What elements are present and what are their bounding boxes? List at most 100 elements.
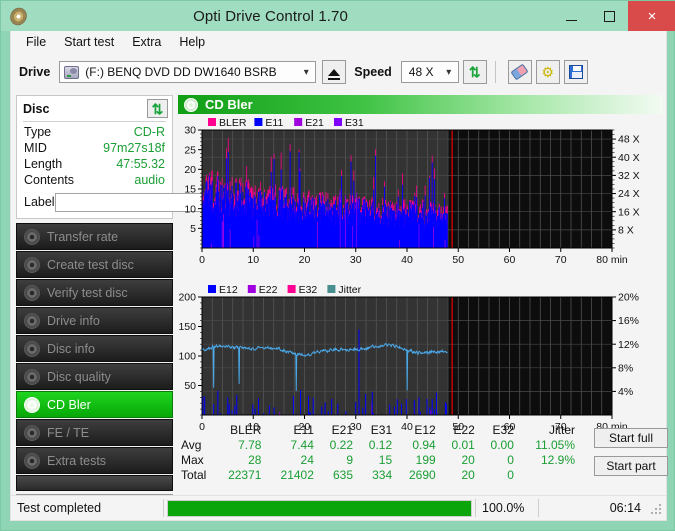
window-title: Opti Drive Control 1.70	[193, 7, 348, 25]
start-full-button[interactable]: Start full	[594, 428, 668, 448]
disc-label-key: Label	[24, 195, 55, 209]
svg-text:10: 10	[184, 203, 196, 215]
erase-button[interactable]	[507, 60, 532, 84]
stats-cell: 0.01	[451, 438, 475, 452]
sidebar-item-cd-bler[interactable]: CD Bler	[16, 391, 173, 418]
disc-info-box: Disc ⇅ Type CD-R MID 97m27s18f Length 47…	[16, 95, 260, 219]
svg-text:BLER: BLER	[219, 117, 247, 129]
speed-select[interactable]: 48 X ▾	[400, 61, 459, 83]
refresh-button[interactable]: ⇅	[462, 60, 487, 84]
table-row: Max 28 24 9 15 199 20 0 12.9%	[178, 453, 578, 468]
stats-cell: 0.94	[412, 438, 436, 452]
sidebar-item-fe-te[interactable]: FE / TE	[16, 419, 173, 446]
stats-cell: 9	[346, 453, 354, 467]
stats-cell	[517, 468, 578, 483]
svg-text:100: 100	[178, 351, 196, 363]
svg-text:40 X: 40 X	[618, 152, 640, 164]
sidebar-item-label: Create test disc	[47, 257, 134, 272]
drive-select[interactable]: (F:) BENQ DVD DD DW1640 BSRB ▾	[59, 61, 317, 83]
svg-text:50: 50	[184, 380, 196, 392]
divider	[23, 121, 166, 122]
svg-text:Jitter: Jitter	[338, 284, 361, 296]
disc-row-key: MID	[24, 141, 47, 155]
maximize-button[interactable]	[590, 1, 628, 31]
disc-icon	[24, 312, 40, 329]
menu-item-help[interactable]: Help	[170, 33, 214, 51]
table-row: Avg 7.78 7.44 0.22 0.12 0.94 0.01 0.00 1…	[178, 438, 578, 453]
refresh-icon: ⇅	[151, 100, 164, 117]
minimize-button[interactable]	[552, 1, 590, 31]
svg-text:E22: E22	[259, 284, 278, 296]
drive-label: Drive	[19, 65, 51, 79]
sidebar-item-verify-test-disc[interactable]: Verify test disc	[16, 279, 173, 306]
stats-row-label: Total	[181, 468, 207, 482]
sidebar-item-label: CD Bler	[47, 397, 91, 412]
svg-text:50: 50	[452, 254, 464, 266]
progress-bar	[167, 499, 472, 517]
speed-select-value: 48 X	[408, 65, 434, 79]
sidebar-item-extra-tests[interactable]: Extra tests	[16, 447, 173, 474]
disc-icon	[24, 256, 40, 273]
svg-text:40: 40	[401, 254, 413, 266]
resize-grip[interactable]	[648, 501, 662, 515]
disc-row-key: Length	[24, 157, 63, 171]
menu-item-start-test[interactable]: Start test	[55, 33, 123, 51]
stats-cell: 0	[507, 453, 514, 467]
sidebar-item-label: Extra tests	[47, 453, 107, 468]
sidebar-item-disc-info[interactable]: Disc info	[16, 335, 173, 362]
disc-icon	[24, 228, 40, 245]
eject-icon	[328, 68, 341, 80]
chart-title: CD Bler	[205, 97, 253, 112]
stats-cell: 334	[372, 468, 393, 482]
drive-icon	[64, 65, 80, 79]
eject-button[interactable]	[322, 60, 347, 84]
disc-icon	[24, 452, 40, 469]
sidebar-item-transfer-rate[interactable]: Transfer rate	[16, 223, 173, 250]
svg-text:15: 15	[184, 184, 196, 196]
disc-row-key: Type	[24, 125, 52, 139]
status-message: Test completed	[17, 501, 102, 515]
toolbar-divider	[494, 61, 496, 83]
close-button[interactable]: ×	[628, 1, 675, 31]
svg-text:150: 150	[178, 321, 196, 333]
stats-col-jitter: Jitter	[548, 423, 575, 437]
svg-text:E32: E32	[299, 284, 318, 296]
save-button[interactable]	[563, 60, 588, 84]
menu-item-file[interactable]: File	[17, 33, 55, 51]
stats-cell: 2690	[408, 468, 436, 482]
stats-cell: 0	[507, 468, 514, 482]
menu-item-extra[interactable]: Extra	[123, 33, 170, 51]
stats-cell: 22371	[228, 468, 262, 482]
stats-cell: 11.05%	[535, 438, 575, 452]
svg-text:70: 70	[555, 254, 567, 266]
disc-row-value: 47:55.32	[116, 157, 165, 171]
jitter-chart-svg: E12 E22 E32 Jitter501001502004%8%12%16%20%0…	[178, 284, 639, 433]
disc-icon	[24, 368, 40, 385]
disc-refresh-button[interactable]: ⇅	[147, 99, 168, 118]
disc-icon	[24, 340, 40, 357]
table-row: Total 22371 21402 635 334 2690 20 0	[178, 468, 578, 483]
sidebar-item-create-test-disc[interactable]: Create test disc	[16, 251, 173, 278]
jitter-chart: E12 E22 E32 Jitter 50 100 150 200 4% 8% 12% 16% 20% 0…	[178, 283, 663, 443]
settings-button[interactable]: ⚙	[535, 60, 560, 84]
action-buttons: Start full Start part	[594, 428, 668, 484]
disc-icon	[24, 284, 40, 301]
svg-text:E31: E31	[345, 117, 364, 129]
sidebar-item-disc-quality[interactable]: Disc quality	[16, 363, 173, 390]
stats-col-e31: E31	[370, 423, 393, 437]
svg-text:20%: 20%	[618, 292, 639, 304]
maximize-icon	[603, 10, 615, 22]
stats-cell: 12.9%	[540, 453, 575, 467]
nav-list: Transfer rate Create test disc Verify te…	[16, 223, 173, 516]
chart-header: CD Bler	[178, 95, 663, 114]
stats-col-e11: E11	[293, 423, 314, 437]
svg-text:0: 0	[199, 254, 205, 266]
svg-text:16%: 16%	[618, 315, 639, 327]
start-part-button[interactable]: Start part	[594, 456, 668, 476]
sidebar-item-label: Disc info	[47, 341, 95, 356]
chevron-down-icon: ▾	[446, 66, 452, 78]
disc-info-title: Disc	[23, 101, 50, 116]
svg-text:E12: E12	[219, 284, 238, 296]
sidebar-item-drive-info[interactable]: Drive info	[16, 307, 173, 334]
app-icon	[7, 5, 29, 27]
